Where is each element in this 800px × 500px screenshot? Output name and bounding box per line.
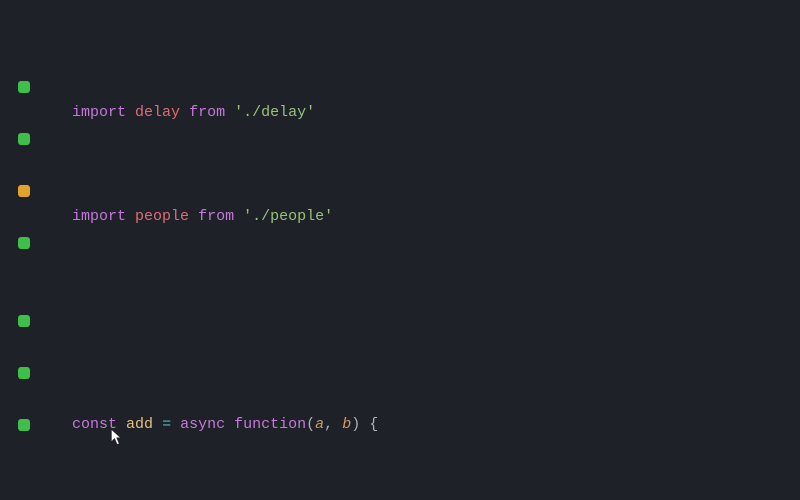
code-editor[interactable]: import delay from './delay' import peopl… bbox=[0, 0, 800, 500]
param: a bbox=[315, 416, 324, 433]
coverage-marker[interactable] bbox=[18, 81, 30, 93]
keyword-async: async bbox=[180, 416, 225, 433]
keyword-const: const bbox=[72, 416, 117, 433]
param: b bbox=[342, 416, 351, 433]
coverage-marker[interactable] bbox=[18, 133, 30, 145]
comma: , bbox=[324, 416, 333, 433]
coverage-marker[interactable] bbox=[18, 367, 30, 379]
identifier: delay bbox=[135, 104, 180, 121]
code-line[interactable]: const add = async function(a, b) { bbox=[72, 412, 800, 438]
blank-line[interactable] bbox=[72, 308, 800, 334]
paren-open: ( bbox=[306, 416, 315, 433]
keyword-import: import bbox=[72, 104, 126, 121]
identifier: people bbox=[135, 208, 189, 225]
coverage-marker[interactable] bbox=[18, 237, 30, 249]
brace-open: { bbox=[369, 416, 378, 433]
string-literal: './delay' bbox=[234, 104, 315, 121]
keyword-function: function bbox=[234, 416, 306, 433]
coverage-marker[interactable] bbox=[18, 185, 30, 197]
string-literal: './people' bbox=[243, 208, 333, 225]
code-area[interactable]: import delay from './delay' import peopl… bbox=[72, 22, 800, 500]
identifier: add bbox=[126, 416, 153, 433]
paren-close: ) bbox=[351, 416, 360, 433]
coverage-marker[interactable] bbox=[18, 419, 30, 431]
code-line[interactable]: import people from './people' bbox=[72, 204, 800, 230]
operator-equals: = bbox=[162, 416, 171, 433]
keyword-import: import bbox=[72, 208, 126, 225]
keyword-from: from bbox=[198, 208, 234, 225]
coverage-marker[interactable] bbox=[18, 315, 30, 327]
keyword-from: from bbox=[189, 104, 225, 121]
code-line[interactable]: import delay from './delay' bbox=[72, 100, 800, 126]
